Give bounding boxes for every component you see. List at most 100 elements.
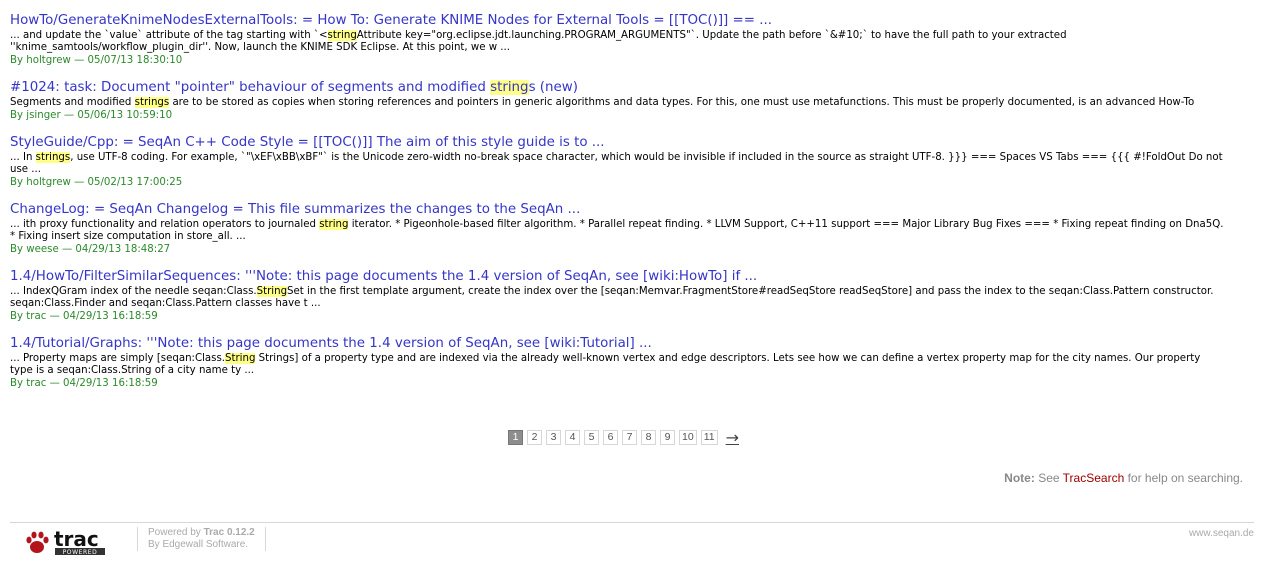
result-author: jsinger (26, 110, 61, 121)
note-label: Note: (1004, 471, 1035, 485)
result-date: 04/29/13 16:18:59 (63, 378, 158, 389)
result-excerpt: ... Property maps are simply [seqan:Clas… (10, 353, 1224, 377)
result-author: holtgrew (26, 55, 71, 66)
page-link-8[interactable]: 8 (641, 430, 656, 445)
page-link-5[interactable]: 5 (584, 430, 599, 445)
meta-by: By (10, 177, 24, 188)
excerpt-text: ... Property maps are simply [seqan:Clas… (10, 353, 226, 364)
search-result: ChangeLog: = SeqAn Changelog = This file… (10, 201, 1224, 256)
excerpt-text: ... In (10, 152, 36, 163)
result-date: 04/29/13 16:18:59 (63, 311, 158, 322)
meta-by: By (10, 378, 24, 389)
next-page-arrow-icon[interactable]: → (726, 430, 739, 446)
result-meta: By trac — 04/29/13 16:18:59 (10, 377, 1224, 390)
result-title-link[interactable]: 1.4/HowTo/FilterSimilarSequences: '''Not… (10, 268, 1224, 285)
by-prefix: By (148, 539, 160, 550)
trac-logo-text: trac (54, 529, 99, 551)
trac-logo[interactable]: trac POWERED (24, 527, 114, 557)
result-meta: By trac — 04/29/13 16:18:59 (10, 310, 1224, 323)
page-link-10[interactable]: 10 (679, 430, 697, 445)
search-results: HowTo/GenerateKnimeNodesExternalTools: =… (10, 12, 1224, 402)
excerpt-text: are to be stored as copies when storing … (169, 97, 1195, 108)
powered-prefix: Powered by (148, 527, 201, 538)
title-text: HowTo/GenerateKnimeNodesExternalTools: =… (10, 13, 773, 28)
meta-by: By (10, 311, 24, 322)
result-date: 05/07/13 18:30:10 (87, 55, 183, 66)
edgewall-link[interactable]: Edgewall Software. (162, 539, 248, 550)
meta-separator: — (74, 55, 85, 66)
result-excerpt: ... IndexQGram index of the needle seqan… (10, 286, 1224, 310)
excerpt-text: Segments and modified (10, 97, 135, 108)
meta-separator: — (49, 311, 60, 322)
result-meta: By weese — 04/29/13 18:48:27 (10, 243, 1224, 256)
title-text: ChangeLog: = SeqAn Changelog = This file… (10, 202, 581, 217)
meta-by: By (10, 110, 24, 121)
trac-logo-subtext: POWERED (63, 549, 98, 556)
meta-by: By (10, 55, 24, 66)
search-result: StyleGuide/Cpp: = SeqAn C++ Code Style =… (10, 134, 1224, 189)
result-date: 05/02/13 17:00:25 (87, 177, 183, 188)
result-excerpt: Segments and modified strings are to be … (10, 97, 1224, 109)
search-help-note: Note: See TracSearch for help on searchi… (1004, 471, 1243, 485)
excerpt-highlight: String (225, 353, 256, 364)
search-result: #1024: task: Document "pointer" behaviou… (10, 79, 1224, 122)
result-title-link[interactable]: StyleGuide/Cpp: = SeqAn C++ Code Style =… (10, 134, 1224, 151)
page-link-9[interactable]: 9 (660, 430, 675, 445)
page-link-2[interactable]: 2 (527, 430, 542, 445)
result-meta: By jsinger — 05/06/13 10:59:10 (10, 109, 1224, 122)
title-text: s (new) (528, 80, 578, 95)
note-prefix: See (1038, 471, 1060, 485)
trac-paw-logo-icon: trac POWERED (26, 527, 105, 556)
excerpt-highlight: strings (134, 97, 170, 108)
meta-separator: — (49, 378, 60, 389)
result-date: 05/06/13 10:59:10 (77, 110, 173, 121)
result-author: trac (26, 311, 47, 322)
result-title-link[interactable]: #1024: task: Document "pointer" behaviou… (10, 79, 1224, 96)
meta-separator: — (63, 110, 75, 121)
title-text: 1.4/HowTo/FilterSimilarSequences: '''Not… (10, 269, 758, 284)
result-title-link[interactable]: HowTo/GenerateKnimeNodesExternalTools: =… (10, 12, 1224, 29)
page-link-7[interactable]: 7 (622, 430, 637, 445)
result-title-link[interactable]: ChangeLog: = SeqAn Changelog = This file… (10, 201, 1224, 218)
result-meta: By holtgrew — 05/07/13 18:30:10 (10, 54, 1224, 67)
result-author: weese (26, 244, 59, 255)
result-meta: By holtgrew — 05/02/13 17:00:25 (10, 176, 1224, 189)
pagination: 1 2 3 4 5 6 7 8 9 10 11 → (508, 429, 739, 446)
title-highlight: string (490, 80, 529, 95)
excerpt-text: ... IndexQGram index of the needle seqan… (10, 286, 257, 297)
result-excerpt: ... ith proxy functionality and relation… (10, 219, 1224, 243)
result-excerpt: ... In strings, use UTF-8 coding. For ex… (10, 152, 1224, 176)
excerpt-highlight: String (256, 286, 288, 297)
powered-by: Powered by Trac 0.12.2 By Edgewall Softw… (137, 527, 266, 551)
page-link-11[interactable]: 11 (700, 430, 718, 445)
page-link-6[interactable]: 6 (603, 430, 618, 445)
search-result: 1.4/HowTo/FilterSimilarSequences: '''Not… (10, 268, 1224, 323)
excerpt-highlight: strings (35, 152, 71, 163)
excerpt-text: ... ith proxy functionality and relation… (10, 219, 320, 230)
excerpt-highlight: string (319, 219, 349, 230)
excerpt-highlight: string (327, 30, 357, 41)
result-author: holtgrew (26, 177, 71, 188)
meta-separator: — (61, 244, 73, 255)
page-link-1[interactable]: 1 (508, 430, 523, 445)
title-text: StyleGuide/Cpp: = SeqAn C++ Code Style =… (10, 135, 605, 150)
tracsearch-link[interactable]: TracSearch (1063, 471, 1125, 485)
site-link[interactable]: www.seqan.de (1189, 528, 1254, 539)
title-text: 1.4/Tutorial/Graphs: '''Note: this page … (10, 336, 652, 351)
result-excerpt: ... and update the `value` attribute of … (10, 30, 1224, 54)
note-suffix: for help on searching. (1127, 471, 1243, 485)
meta-separator: — (74, 177, 85, 188)
result-date: 04/29/13 18:48:27 (75, 244, 171, 255)
excerpt-text: , use UTF-8 coding. For example, `"\xEF\… (10, 152, 1223, 175)
excerpt-text: ... and update the `value` attribute of … (10, 30, 328, 41)
trac-version-link[interactable]: Trac 0.12.2 (204, 527, 255, 538)
search-result: HowTo/GenerateKnimeNodesExternalTools: =… (10, 12, 1224, 67)
search-result: 1.4/Tutorial/Graphs: '''Note: this page … (10, 335, 1224, 390)
result-author: trac (26, 378, 47, 389)
page-link-3[interactable]: 3 (546, 430, 561, 445)
result-title-link[interactable]: 1.4/Tutorial/Graphs: '''Note: this page … (10, 335, 1224, 352)
meta-by: By (10, 244, 24, 255)
footer: trac POWERED Powered by Trac 0.12.2 By E… (10, 522, 1254, 563)
title-text: #1024: task: Document "pointer" behaviou… (10, 80, 491, 95)
page-link-4[interactable]: 4 (565, 430, 580, 445)
